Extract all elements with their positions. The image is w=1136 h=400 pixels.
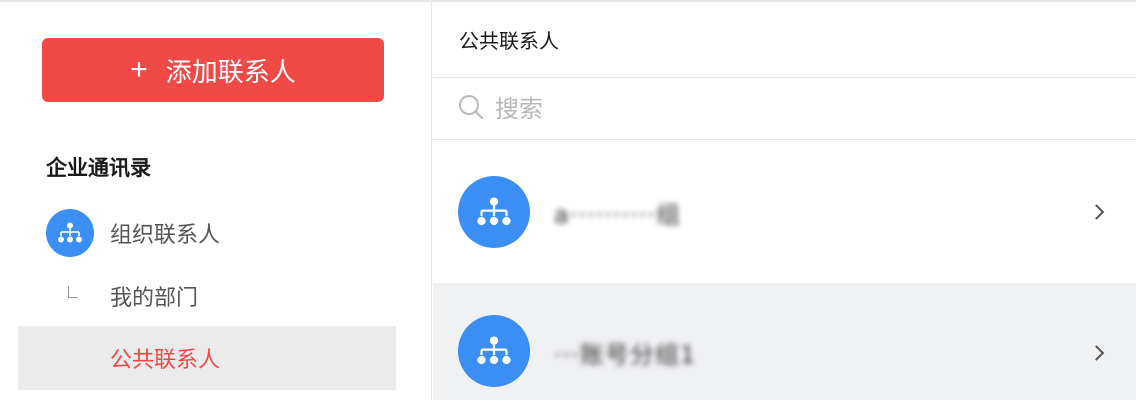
org-chart-icon bbox=[46, 209, 94, 257]
sidebar-item-public-contacts[interactable]: 公共联系人 bbox=[18, 326, 396, 390]
search-input[interactable] bbox=[495, 94, 1055, 123]
group-name: a··········组 bbox=[554, 200, 681, 229]
tree-elbow-icon bbox=[68, 286, 78, 298]
sidebar-item-label: 公共联系人 bbox=[110, 348, 221, 373]
chevron-right-icon bbox=[1088, 204, 1105, 220]
main-panel: 公共联系人 搜索 a··········组 ···账号分组1 bbox=[433, 2, 1136, 400]
search-bar bbox=[433, 78, 1136, 140]
sidebar-item-org-contacts[interactable]: 组织联系人 bbox=[46, 208, 386, 258]
page-title: 公共联系人 bbox=[433, 2, 1136, 78]
list-item[interactable]: ···账号分组1 bbox=[433, 283, 1136, 400]
contacts-app: + 添加联系人 企业通讯录 组织联系人 我的部门 公共联系人 公共联系人 搜索 … bbox=[0, 0, 1136, 400]
sidebar-item-label: 组织联系人 bbox=[110, 223, 221, 248]
add-contact-button[interactable]: + 添加联系人 bbox=[42, 38, 384, 102]
org-chart-icon bbox=[458, 315, 530, 387]
search-icon bbox=[457, 93, 485, 125]
sidebar-item-my-department[interactable]: 我的部门 bbox=[68, 274, 388, 318]
org-chart-icon bbox=[458, 176, 530, 248]
group-name: ···账号分组1 bbox=[554, 341, 697, 369]
add-contact-label: 添加联系人 bbox=[165, 56, 296, 87]
sidebar: + 添加联系人 企业通讯录 组织联系人 我的部门 公共联系人 bbox=[0, 2, 432, 400]
list-item[interactable]: a··········组 bbox=[433, 141, 1136, 283]
sidebar-item-label: 我的部门 bbox=[110, 286, 199, 311]
chevron-right-icon bbox=[1088, 345, 1105, 361]
plus-icon: + bbox=[130, 53, 148, 86]
section-title: 企业通讯录 bbox=[46, 156, 151, 180]
